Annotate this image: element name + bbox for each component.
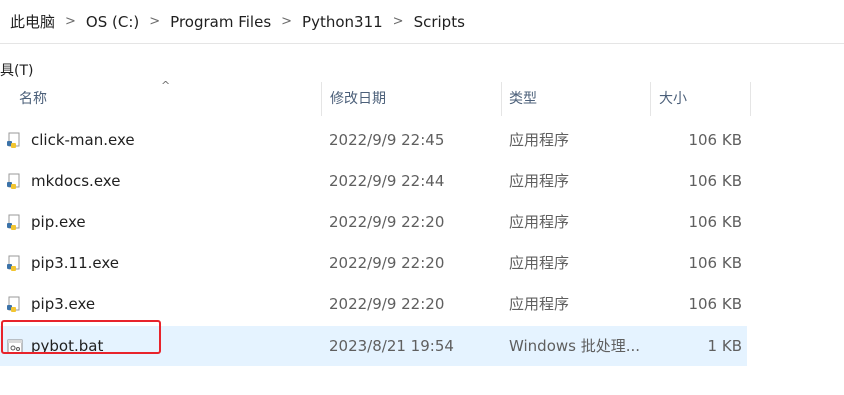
column-header-type[interactable]: 类型 xyxy=(509,82,537,116)
column-header-size[interactable]: 大小 xyxy=(659,82,687,116)
breadcrumb: 此电脑 > OS (C:) > Program Files > Python31… xyxy=(0,0,844,44)
file-name: click-man.exe xyxy=(31,131,135,149)
file-name: pybot.bat xyxy=(31,337,104,355)
file-row[interactable]: pip3.11.exe 2022/9/9 22:20 应用程序 106 KB xyxy=(0,243,747,283)
python-exe-icon xyxy=(7,214,20,230)
python-exe-icon xyxy=(7,255,20,271)
file-size: 106 KB xyxy=(688,295,742,313)
file-type: Windows 批处理... xyxy=(509,337,641,355)
column-divider[interactable] xyxy=(321,82,322,116)
file-type: 应用程序 xyxy=(509,213,570,231)
file-date: 2022/9/9 22:45 xyxy=(329,131,445,149)
file-size: 106 KB xyxy=(688,254,742,272)
column-header-date[interactable]: 修改日期 xyxy=(330,82,386,116)
chevron-right-icon[interactable]: > xyxy=(143,14,166,29)
breadcrumb-os-drive[interactable]: OS (C:) xyxy=(82,13,143,31)
breadcrumb-scripts[interactable]: Scripts xyxy=(410,13,469,31)
file-date: 2022/9/9 22:44 xyxy=(329,172,445,190)
python-exe-icon xyxy=(7,132,20,148)
file-size: 106 KB xyxy=(688,131,742,149)
file-row[interactable]: pip3.exe 2022/9/9 22:20 应用程序 106 KB xyxy=(0,284,747,324)
file-date: 2022/9/9 22:20 xyxy=(329,213,445,231)
breadcrumb-python311[interactable]: Python311 xyxy=(298,13,387,31)
file-row[interactable]: mkdocs.exe 2022/9/9 22:44 应用程序 106 KB xyxy=(0,161,747,201)
column-header-name[interactable]: 名称 xyxy=(19,82,47,116)
chevron-right-icon[interactable]: > xyxy=(59,14,82,29)
file-name: mkdocs.exe xyxy=(31,172,121,190)
file-type: 应用程序 xyxy=(509,172,570,190)
column-header-row: ^ 名称 修改日期 类型 大小 xyxy=(0,79,751,116)
file-date: 2023/8/21 19:54 xyxy=(329,337,454,355)
file-name: pip.exe xyxy=(31,213,86,231)
chevron-right-icon[interactable]: > xyxy=(387,14,410,29)
breadcrumb-program-files[interactable]: Program Files xyxy=(166,13,275,31)
file-type: 应用程序 xyxy=(509,254,570,272)
file-row[interactable]: click-man.exe 2022/9/9 22:45 应用程序 106 KB xyxy=(0,120,747,160)
column-divider[interactable] xyxy=(650,82,651,116)
file-row-selected[interactable]: pybot.bat 2023/8/21 19:54 Windows 批处理...… xyxy=(0,326,747,366)
chevron-right-icon[interactable]: > xyxy=(275,14,298,29)
file-name: pip3.exe xyxy=(31,295,96,313)
batch-file-icon xyxy=(7,339,23,354)
menu-item-tools[interactable]: 具(T) xyxy=(0,60,33,80)
file-date: 2022/9/9 22:20 xyxy=(329,295,445,313)
python-exe-icon xyxy=(7,296,20,312)
file-size: 106 KB xyxy=(688,172,742,190)
breadcrumb-this-pc[interactable]: 此电脑 xyxy=(0,11,59,32)
file-size: 106 KB xyxy=(688,213,742,231)
file-type: 应用程序 xyxy=(509,131,570,149)
file-name: pip3.11.exe xyxy=(31,254,119,272)
file-type: 应用程序 xyxy=(509,295,570,313)
sort-ascending-icon: ^ xyxy=(161,79,171,92)
file-row[interactable]: pip.exe 2022/9/9 22:20 应用程序 106 KB xyxy=(0,202,747,242)
column-divider[interactable] xyxy=(501,82,502,116)
file-size: 1 KB xyxy=(707,337,742,355)
file-date: 2022/9/9 22:20 xyxy=(329,254,445,272)
column-divider[interactable] xyxy=(750,82,751,116)
python-exe-icon xyxy=(7,173,20,189)
